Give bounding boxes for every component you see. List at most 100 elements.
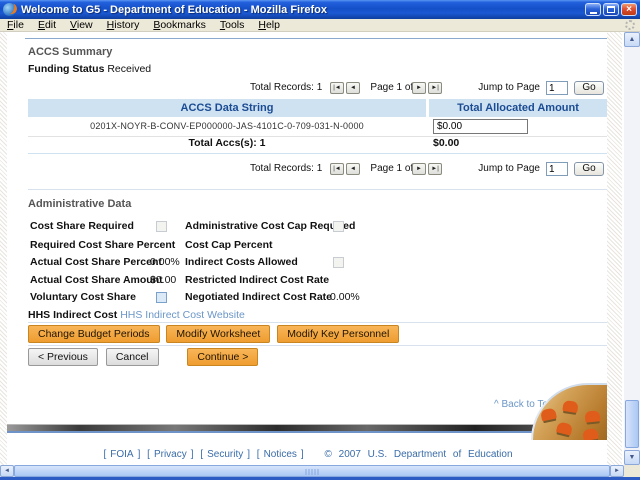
menu-tools[interactable]: Tools bbox=[213, 19, 252, 32]
previous-button[interactable]: < Previous bbox=[28, 348, 98, 366]
cost-share-required-label: Cost Share Required bbox=[30, 220, 134, 232]
window-controls: × bbox=[585, 3, 637, 16]
change-budget-periods-button[interactable]: Change Budget Periods bbox=[28, 325, 160, 343]
bracket: ] bbox=[300, 449, 304, 460]
footer-gradient-bar bbox=[7, 424, 607, 433]
chair-graphic bbox=[540, 407, 557, 422]
accs-summary-title: ACCS Summary bbox=[28, 46, 113, 58]
menu-view[interactable]: View bbox=[63, 19, 100, 32]
actual-cost-share-amount-label: Actual Cost Share Amount bbox=[30, 274, 163, 286]
footer-link-privacy[interactable]: Privacy bbox=[154, 449, 187, 460]
prev-page-button[interactable]: ◄ bbox=[346, 163, 360, 175]
total-records-label: Total Records: 1 bbox=[250, 163, 323, 174]
footer-link-notices[interactable]: Notices bbox=[264, 449, 297, 460]
jump-to-page-input[interactable] bbox=[546, 162, 568, 176]
vertical-scroll-thumb[interactable] bbox=[625, 400, 639, 448]
jump-to-page-label: Jump to Page bbox=[478, 82, 540, 93]
action-buttons-row: Change Budget Periods Modify Worksheet M… bbox=[28, 325, 403, 343]
modify-worksheet-button[interactable]: Modify Worksheet bbox=[166, 325, 271, 343]
voluntary-cost-share-checkbox[interactable] bbox=[156, 292, 167, 303]
admin-row: Required Cost Share Percent Cost Cap Per… bbox=[28, 239, 588, 253]
maximize-icon bbox=[607, 6, 615, 13]
continue-button[interactable]: Continue > bbox=[187, 348, 259, 366]
actual-cost-share-percent-value: 0.00% bbox=[150, 256, 180, 268]
accs-data-string: 0201X-NOYR-B-CONV-EP000000-JAS-4101C-0-7… bbox=[90, 121, 364, 131]
window-title: Welcome to G5 - Department of Education … bbox=[21, 3, 327, 16]
last-page-button[interactable]: ►| bbox=[428, 163, 442, 175]
maximize-button[interactable] bbox=[603, 3, 619, 16]
total-accs-label: Total Accs(s): 1 bbox=[188, 137, 266, 149]
go-button[interactable]: Go bbox=[574, 81, 604, 95]
bracket: [ bbox=[256, 449, 260, 460]
minimize-icon bbox=[589, 11, 597, 14]
title-bar: Welcome to G5 - Department of Education … bbox=[0, 0, 640, 19]
vertical-scrollbar[interactable]: ▲ ▼ bbox=[624, 32, 640, 465]
firefox-window: Welcome to G5 - Department of Education … bbox=[0, 0, 640, 480]
next-page-button[interactable]: ► bbox=[412, 82, 426, 94]
scroll-left-button[interactable]: ◄ bbox=[0, 465, 14, 477]
first-page-button[interactable]: |◄ bbox=[330, 82, 344, 94]
bracket: ] bbox=[247, 449, 250, 460]
actual-cost-share-amount-value: $0.00 bbox=[150, 274, 177, 286]
actual-cost-share-percent-label: Actual Cost Share Percent bbox=[30, 256, 162, 268]
menu-history[interactable]: History bbox=[100, 19, 147, 32]
right-stripe-decoration bbox=[607, 32, 622, 465]
menu-help[interactable]: Help bbox=[251, 19, 287, 32]
hhs-indirect-cost-row: HHS Indirect Cost HHS Indirect Cost Webs… bbox=[28, 309, 245, 321]
bracket: ] bbox=[190, 449, 194, 460]
classroom-chairs-image bbox=[531, 383, 607, 440]
chair-graphic bbox=[562, 400, 579, 413]
cancel-button[interactable]: Cancel bbox=[105, 348, 159, 366]
admin-row: Cost Share Required Administrative Cost … bbox=[28, 220, 588, 234]
next-page-button[interactable]: ► bbox=[412, 163, 426, 175]
modify-key-personnel-button[interactable]: Modify Key Personnel bbox=[277, 325, 400, 343]
menu-bar: File Edit View History Bookmarks Tools H… bbox=[0, 19, 640, 32]
funding-status-row: Funding Status Received bbox=[28, 63, 151, 75]
footer-link-foia[interactable]: FOIA bbox=[110, 449, 133, 460]
column-header-accs: ACCS Data String bbox=[28, 99, 426, 117]
thumb-grip-icon bbox=[305, 469, 319, 475]
scrollbar-corner bbox=[624, 465, 640, 477]
chair-graphic bbox=[582, 427, 599, 440]
go-button[interactable]: Go bbox=[574, 162, 604, 176]
indirect-costs-allowed-label: Indirect Costs Allowed bbox=[185, 256, 298, 268]
admin-row: Actual Cost Share Percent 0.00% Indirect… bbox=[28, 256, 588, 270]
admin-cost-cap-required-label: Administrative Cost Cap Required bbox=[185, 220, 356, 232]
cost-cap-percent-label: Cost Cap Percent bbox=[185, 239, 273, 251]
restricted-indirect-cost-rate-label: Restricted Indirect Cost Rate bbox=[185, 274, 330, 286]
administrative-data-title: Administrative Data bbox=[28, 198, 132, 210]
chair-graphic bbox=[584, 410, 601, 423]
actions-bottom-divider bbox=[28, 345, 607, 346]
admin-row: Actual Cost Share Amount $0.00 Restricte… bbox=[28, 274, 588, 288]
scroll-right-button[interactable]: ► bbox=[610, 465, 624, 477]
horizontal-scroll-thumb[interactable] bbox=[14, 465, 610, 477]
funding-status-label: Funding Status bbox=[28, 63, 105, 75]
firefox-icon bbox=[3, 3, 16, 16]
page-content: ACCS Summary Funding Status Received Tot… bbox=[0, 32, 624, 465]
horizontal-scrollbar[interactable]: ◄ ► bbox=[0, 465, 624, 477]
close-button[interactable]: × bbox=[621, 3, 637, 16]
copyright-text: © 2007 U.S. Department of Education bbox=[324, 449, 513, 460]
admin-cost-cap-required-checkbox bbox=[333, 221, 344, 232]
last-page-button[interactable]: ►| bbox=[428, 82, 442, 94]
hhs-indirect-cost-website-link[interactable]: HHS Indirect Cost Website bbox=[120, 309, 245, 321]
menu-file[interactable]: File bbox=[0, 19, 31, 32]
pagination-top: Total Records: 1 |◄ ◄ Page 1 of 1 ► ►| J… bbox=[240, 81, 607, 95]
negotiated-indirect-cost-rate-value: 0.00% bbox=[330, 291, 360, 303]
prev-page-button[interactable]: ◄ bbox=[346, 82, 360, 94]
column-header-amount: Total Allocated Amount bbox=[429, 99, 607, 117]
jump-to-page-input[interactable] bbox=[546, 81, 568, 95]
scroll-down-button[interactable]: ▼ bbox=[624, 450, 640, 465]
first-page-button[interactable]: |◄ bbox=[330, 163, 344, 175]
chair-graphic bbox=[555, 421, 574, 436]
minimize-button[interactable] bbox=[585, 3, 601, 16]
top-rule bbox=[25, 38, 607, 39]
total-amount-value: $0.00 bbox=[433, 137, 460, 149]
menu-edit[interactable]: Edit bbox=[31, 19, 63, 32]
bracket: [ bbox=[103, 449, 107, 460]
total-allocated-amount-input[interactable] bbox=[433, 119, 528, 134]
footer-link-security[interactable]: Security bbox=[207, 449, 243, 460]
admin-row: Voluntary Cost Share Negotiated Indirect… bbox=[28, 291, 588, 305]
menu-bookmarks[interactable]: Bookmarks bbox=[146, 19, 213, 32]
scroll-up-button[interactable]: ▲ bbox=[624, 32, 640, 47]
